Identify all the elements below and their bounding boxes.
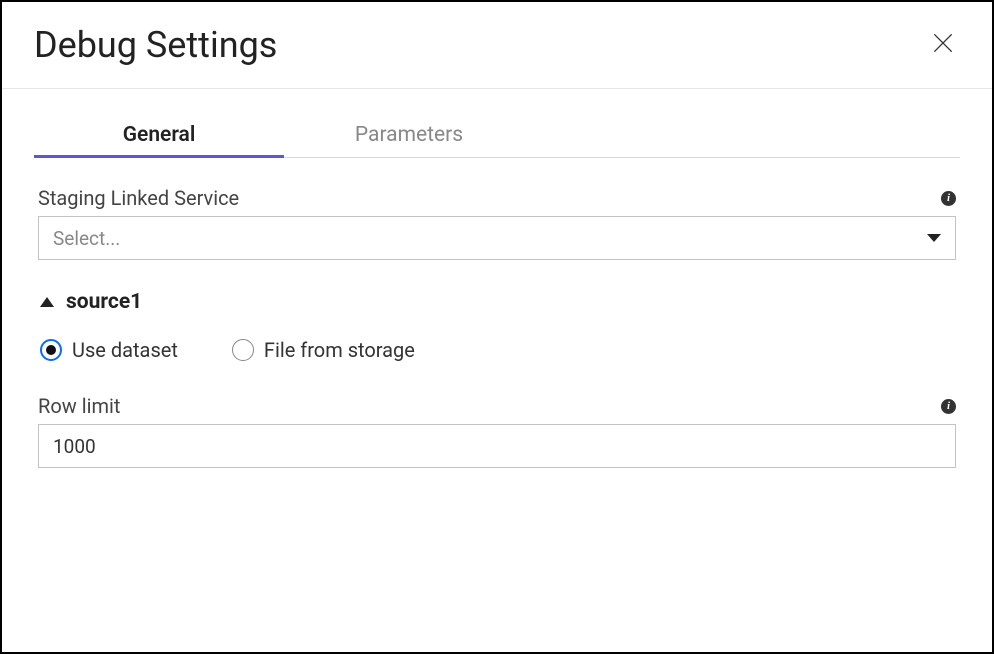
close-button[interactable]	[926, 26, 960, 64]
radio-dot-icon	[46, 345, 56, 355]
staging-linked-service-label: Staging Linked Service	[38, 186, 239, 210]
radio-circle-icon	[232, 339, 254, 361]
close-icon	[930, 30, 956, 56]
select-placeholder: Select...	[53, 227, 120, 250]
collapse-triangle-icon	[40, 297, 54, 307]
radio-use-dataset[interactable]: Use dataset	[40, 338, 178, 362]
info-icon[interactable]: i	[941, 191, 956, 206]
info-icon[interactable]: i	[941, 399, 956, 414]
radio-label-file-from-storage: File from storage	[264, 338, 415, 362]
radio-circle-icon	[40, 339, 62, 361]
staging-linked-service-select[interactable]: Select...	[38, 216, 956, 260]
source-name-label: source1	[66, 290, 142, 314]
radio-file-from-storage[interactable]: File from storage	[232, 338, 415, 362]
row-limit-input[interactable]	[38, 424, 956, 468]
dialog-title: Debug Settings	[34, 24, 277, 66]
tab-bar: General Parameters	[34, 111, 960, 158]
row-limit-label: Row limit	[38, 394, 120, 418]
source-collapse-toggle[interactable]: source1	[38, 290, 956, 314]
chevron-down-icon	[927, 234, 941, 242]
tab-general[interactable]: General	[34, 111, 284, 157]
tab-parameters[interactable]: Parameters	[284, 111, 534, 157]
radio-label-use-dataset: Use dataset	[72, 338, 178, 362]
